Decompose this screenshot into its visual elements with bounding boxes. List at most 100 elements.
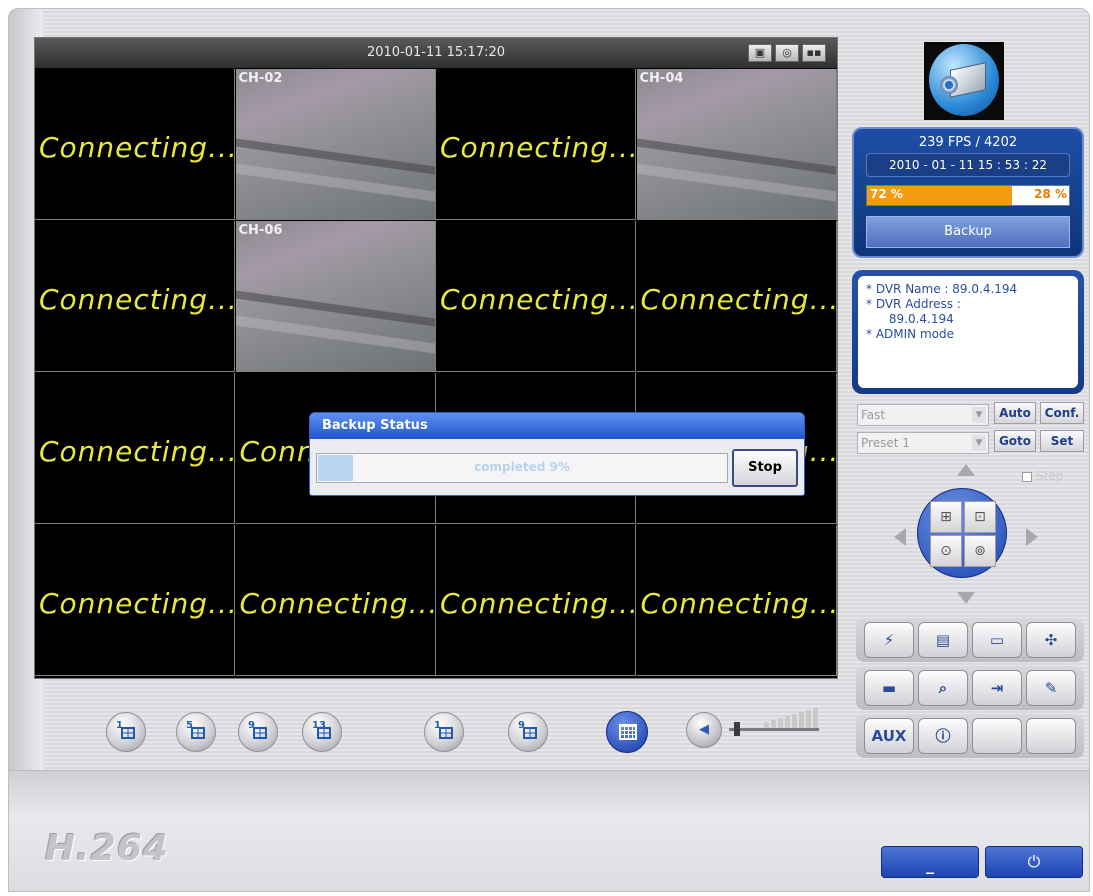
connecting-text: Connecting... — [440, 131, 636, 164]
volume-level-bar — [764, 722, 769, 728]
goto-button[interactable]: Goto — [994, 430, 1036, 452]
channel-label: CH-04 — [639, 71, 684, 86]
camera-tile[interactable]: CH-04 — [636, 69, 837, 220]
backup-progress-text: completed 9% — [474, 460, 570, 474]
camera-tile[interactable]: Connecting... — [35, 373, 235, 524]
camera-tile[interactable]: Connecting... — [35, 525, 235, 676]
export-icon[interactable]: ⇥ — [972, 670, 1022, 706]
admin-mode-line: * ADMIN mode — [866, 327, 954, 341]
playback-icon[interactable]: ▤ — [918, 622, 968, 658]
dialog-title: Backup Status — [322, 418, 428, 433]
backup-button[interactable]: Backup — [866, 216, 1070, 248]
vcr-icon[interactable]: ▬ — [864, 670, 914, 706]
disk-used-text: 72 % — [870, 187, 903, 201]
camera-logo — [924, 42, 1004, 120]
disk-usage-bar: 72 % 28 % — [866, 185, 1070, 206]
volume-slider[interactable] — [729, 728, 819, 731]
volume-level-bar — [771, 720, 776, 728]
camera-tile[interactable]: CH-06 — [235, 221, 436, 372]
video-viewer: 2010-01-11 15:17:20 ▣ ◎ ▪▪ Connecting...… — [34, 37, 838, 679]
layout-1-button[interactable]: 1 — [106, 712, 146, 752]
layout-1-alt-button[interactable]: 1 — [424, 712, 464, 752]
volume-level-bar — [792, 714, 797, 728]
step-checkbox[interactable] — [1022, 472, 1032, 482]
ptz-speed-select[interactable]: Fast ▼ — [857, 404, 989, 426]
power-button[interactable]: ⏻ — [985, 846, 1083, 878]
viewer-datetime: 2010-01-11 15:17:20 — [366, 45, 506, 60]
viewer-titlebar: 2010-01-11 15:17:20 ▣ ◎ ▪▪ — [35, 38, 837, 68]
zoom-out-icon[interactable]: ⊡ — [964, 501, 996, 533]
camera-tile[interactable]: Connecting... — [636, 221, 837, 372]
ptz-right-arrow-icon[interactable] — [1026, 528, 1038, 546]
tool-row-2: ▬ ⌕ ⇥ ✎ — [856, 666, 1084, 710]
connecting-text: Connecting... — [39, 131, 235, 164]
stop-button[interactable]: Stop — [732, 449, 798, 487]
dvr-info-text: * DVR Name : 89.0.4.194 * DVR Address : … — [858, 276, 1078, 388]
tool-row-3: AUX ⓘ — [856, 714, 1084, 758]
dialog-titlebar: Backup Status — [310, 413, 804, 439]
backup-status-dialog: Backup Status completed 9% Stop — [309, 412, 805, 496]
connecting-text: Connecting... — [39, 283, 235, 316]
search-recording-icon[interactable]: ⌕ — [918, 670, 968, 706]
capture-icon[interactable]: ▣ — [748, 44, 772, 62]
volume-level-bar — [813, 708, 818, 728]
layout-9-button[interactable]: 9 — [238, 712, 278, 752]
dvr-name-line: * DVR Name : 89.0.4.194 — [866, 282, 1018, 296]
connecting-text: Connecting... — [640, 587, 837, 620]
camera-tile[interactable]: Connecting... — [436, 69, 636, 220]
layout-16-button[interactable] — [606, 711, 648, 753]
connecting-text: Connecting... — [640, 283, 837, 316]
camera-tile[interactable]: Connecting... — [636, 525, 837, 676]
camera-tile[interactable]: Connecting... — [35, 69, 235, 220]
blank-tool-button-2[interactable] — [1026, 718, 1076, 754]
layout-13-button[interactable]: 13 — [302, 712, 342, 752]
connecting-text: Connecting... — [440, 587, 636, 620]
channel-label: CH-06 — [238, 223, 283, 238]
focus-near-icon[interactable]: ⊙ — [930, 535, 962, 567]
chevron-down-icon: ▼ — [972, 407, 986, 423]
connecting-text: Connecting... — [39, 435, 235, 468]
camera-grid: Connecting... CH-02 Connecting... CH-04 Conn… — [35, 69, 837, 678]
layout-controls: 1 5 9 13 1 9 ◀ — [34, 690, 836, 760]
camera-tile[interactable]: Connecting... — [35, 221, 235, 372]
ptz-up-arrow-icon[interactable] — [957, 464, 975, 476]
ptz-left-arrow-icon[interactable] — [894, 528, 906, 546]
volume-level-bar — [785, 716, 790, 728]
volume-level-bar — [799, 712, 804, 728]
network-connect-icon[interactable]: ⚡ — [864, 622, 914, 658]
step-label: Step — [1036, 469, 1064, 483]
settings-tools-icon[interactable]: ✣ — [1026, 622, 1076, 658]
system-clock: 2010 - 01 - 11 15 : 53 : 22 — [866, 153, 1070, 177]
camera-tile[interactable]: Connecting... — [235, 525, 436, 676]
connecting-text: Connecting... — [440, 283, 636, 316]
connecting-text: Connecting... — [39, 587, 235, 620]
zoom-in-icon[interactable]: ⊞ — [930, 501, 962, 533]
focus-far-icon[interactable]: ⊚ — [964, 535, 996, 567]
dvr-address-label: * DVR Address : — [866, 297, 961, 311]
minimize-button[interactable]: _ — [881, 846, 979, 878]
dvr-info-icon[interactable]: ⓘ — [918, 718, 968, 754]
camera-tile[interactable]: Connecting... — [436, 525, 636, 676]
camera-tile[interactable]: Connecting... — [436, 221, 636, 372]
fullscreen-icon[interactable]: ▭ — [972, 622, 1022, 658]
layout-9-alt-button[interactable]: 9 — [508, 712, 548, 752]
ptz-down-arrow-icon[interactable] — [957, 592, 975, 604]
status-panel: 239 FPS / 4202 2010 - 01 - 11 15 : 53 : … — [852, 127, 1084, 258]
backup-progress-bar: completed 9% — [316, 453, 728, 483]
tool-row-1: ⚡ ▤ ▭ ✣ — [856, 618, 1084, 662]
camera-tile[interactable]: CH-02 — [235, 69, 436, 220]
record-icon[interactable]: ▪▪ — [802, 44, 826, 62]
volume-slider-knob[interactable] — [734, 722, 740, 736]
remote-setup-icon[interactable]: ✎ — [1026, 670, 1076, 706]
auto-button[interactable]: Auto — [994, 402, 1036, 424]
blank-tool-button-1[interactable] — [972, 718, 1022, 754]
conf-button[interactable]: Conf. — [1040, 402, 1084, 424]
volume-icon[interactable]: ◀ — [686, 712, 722, 748]
chevron-down-icon: ▼ — [972, 435, 986, 451]
ptz-control-ring[interactable]: ⊞ ⊡ ⊙ ⊚ — [917, 488, 1007, 578]
snapshot-icon[interactable]: ◎ — [775, 44, 799, 62]
layout-5-button[interactable]: 5 — [176, 712, 216, 752]
ptz-preset-select[interactable]: Preset 1 ▼ — [857, 432, 989, 454]
aux-button[interactable]: AUX — [864, 718, 914, 754]
set-button[interactable]: Set — [1040, 430, 1084, 452]
